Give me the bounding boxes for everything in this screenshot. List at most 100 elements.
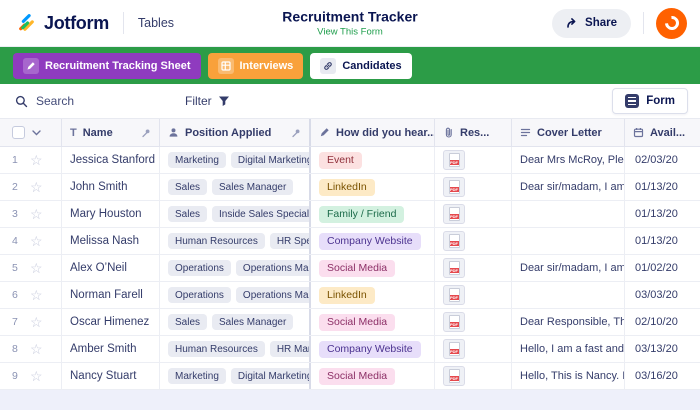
cell-cover: Dear sir/madam, I am a ...	[520, 181, 625, 193]
availability-cell[interactable]: 03/03/20	[625, 282, 700, 308]
resume-cell[interactable]: PDF	[435, 309, 512, 335]
table-row[interactable]: 7 ☆ Oscar Himenez SalesSales Manager Soc…	[0, 309, 700, 336]
position-applied-cell[interactable]: OperationsOperations Mana	[160, 282, 311, 308]
star-icon[interactable]: ☆	[30, 315, 43, 329]
cover-letter-cell[interactable]: Hello, This is Nancy. I ha...	[512, 363, 625, 389]
availability-cell[interactable]: 01/02/20	[625, 255, 700, 281]
avatar[interactable]	[656, 8, 687, 39]
search-box[interactable]	[0, 94, 185, 108]
pdf-label: PDF	[450, 376, 459, 381]
name-cell[interactable]: Oscar Himenez	[62, 309, 160, 335]
source-cell[interactable]: Event	[311, 147, 435, 173]
table-row[interactable]: 1 ☆ Jessica Stanford MarketingDigital Ma…	[0, 147, 700, 174]
availability-cell[interactable]: 02/10/20	[625, 309, 700, 335]
jotform-logo[interactable]: Jotform	[0, 13, 109, 34]
position-applied-cell[interactable]: Human ResourcesHR Specia	[160, 228, 311, 254]
availability-cell[interactable]: 03/16/20	[625, 363, 700, 389]
source-tag: LinkedIn	[319, 179, 375, 196]
cover-letter-cell[interactable]: Hello, I am a fast and ac...	[512, 336, 625, 362]
resume-cell[interactable]: PDF	[435, 201, 512, 227]
cover-letter-cell[interactable]	[512, 201, 625, 227]
resume-cell[interactable]: PDF	[435, 228, 512, 254]
availability-cell[interactable]: 03/13/20	[625, 336, 700, 362]
pin-icon[interactable]	[141, 128, 151, 138]
star-icon[interactable]: ☆	[30, 153, 43, 167]
tab-recruitment-tracking-sheet[interactable]: Recruitment Tracking Sheet	[13, 53, 201, 79]
source-cell[interactable]: Company Website	[311, 228, 435, 254]
source-cell[interactable]: Social Media	[311, 363, 435, 389]
table-row[interactable]: 5 ☆ Alex O’Neil OperationsOperations Man…	[0, 255, 700, 282]
source-cell[interactable]: LinkedIn	[311, 282, 435, 308]
cover-letter-cell[interactable]: Dear Responsible, This i...	[512, 309, 625, 335]
availability-cell[interactable]: 02/03/20	[625, 147, 700, 173]
source-cell[interactable]: Social Media	[311, 255, 435, 281]
star-icon[interactable]: ☆	[30, 261, 43, 275]
view-this-form-link[interactable]: View This Form	[282, 27, 417, 38]
position-applied-cell[interactable]: SalesSales Manager	[160, 309, 311, 335]
page-title: Recruitment Tracker	[282, 9, 417, 25]
name-cell[interactable]: Melissa Nash	[62, 228, 160, 254]
column-header-how-did-you-hear[interactable]: How did you hear...	[311, 119, 435, 146]
cover-letter-cell[interactable]: Dear sir/madam, I am o...	[512, 255, 625, 281]
column-header-position-applied[interactable]: Position Applied	[160, 119, 311, 146]
resume-cell[interactable]: PDF	[435, 363, 512, 389]
chevron-down-icon[interactable]	[32, 130, 41, 136]
search-input[interactable]	[36, 94, 166, 108]
availability-cell[interactable]: 01/13/20	[625, 174, 700, 200]
star-icon[interactable]: ☆	[30, 207, 43, 221]
table-row[interactable]: 2 ☆ John Smith SalesSales Manager Linked…	[0, 174, 700, 201]
position-applied-cell[interactable]: SalesSales Manager	[160, 174, 311, 200]
cover-letter-cell[interactable]: Dear Mrs McRoy, Please...	[512, 147, 625, 173]
table-row[interactable]: 8 ☆ Amber Smith Human ResourcesHR Manag …	[0, 336, 700, 363]
star-icon[interactable]: ☆	[30, 180, 43, 194]
availability-cell[interactable]: 01/13/20	[625, 201, 700, 227]
star-icon[interactable]: ☆	[30, 234, 43, 248]
resume-cell[interactable]: PDF	[435, 255, 512, 281]
position-applied-cell[interactable]: OperationsOperations Mana	[160, 255, 311, 281]
source-cell[interactable]: Family / Friend	[311, 201, 435, 227]
source-cell[interactable]: LinkedIn	[311, 174, 435, 200]
name-cell[interactable]: Amber Smith	[62, 336, 160, 362]
table-row[interactable]: 9 ☆ Nancy Stuart MarketingDigital Market…	[0, 363, 700, 390]
column-header-name[interactable]: T Name	[62, 119, 160, 146]
source-cell[interactable]: Social Media	[311, 309, 435, 335]
column-header-resume[interactable]: Res...	[435, 119, 512, 146]
nav-tables[interactable]: Tables	[138, 16, 174, 30]
resume-cell[interactable]: PDF	[435, 282, 512, 308]
availability-cell[interactable]: 01/13/20	[625, 228, 700, 254]
name-cell[interactable]: John Smith	[62, 174, 160, 200]
name-cell[interactable]: Jessica Stanford	[62, 147, 160, 173]
position-applied-cell[interactable]: MarketingDigital Marketing	[160, 147, 311, 173]
tab-interviews[interactable]: Interviews	[208, 53, 304, 79]
position-applied-cell[interactable]: SalesInside Sales Specialist	[160, 201, 311, 227]
star-icon[interactable]: ☆	[30, 288, 43, 302]
tab-candidates[interactable]: Candidates	[310, 53, 411, 79]
form-button[interactable]: Form	[612, 88, 688, 114]
resume-cell[interactable]: PDF	[435, 336, 512, 362]
name-cell[interactable]: Norman Farell	[62, 282, 160, 308]
select-all-checkbox[interactable]	[12, 126, 25, 139]
share-button[interactable]: Share	[552, 9, 631, 38]
name-cell[interactable]: Mary Houston	[62, 201, 160, 227]
table-row[interactable]: 6 ☆ Norman Farell OperationsOperations M…	[0, 282, 700, 309]
cover-letter-cell[interactable]: Dear sir/madam, I am a ...	[512, 174, 625, 200]
name-cell[interactable]: Alex O’Neil	[62, 255, 160, 281]
source-cell[interactable]: Company Website	[311, 336, 435, 362]
star-icon[interactable]: ☆	[30, 369, 43, 383]
column-header-cover-letter[interactable]: Cover Letter	[512, 119, 625, 146]
position-applied-cell[interactable]: MarketingDigital Marketing	[160, 363, 311, 389]
table-row[interactable]: 4 ☆ Melissa Nash Human ResourcesHR Speci…	[0, 228, 700, 255]
star-icon[interactable]: ☆	[30, 342, 43, 356]
cover-letter-cell[interactable]	[512, 228, 625, 254]
cell-avail: 03/16/20	[635, 370, 678, 382]
resume-cell[interactable]: PDF	[435, 147, 512, 173]
pin-icon[interactable]	[291, 128, 301, 138]
table-row[interactable]: 3 ☆ Mary Houston SalesInside Sales Speci…	[0, 201, 700, 228]
name-cell[interactable]: Nancy Stuart	[62, 363, 160, 389]
cell-avail: 03/03/20	[635, 289, 678, 301]
column-header-availability[interactable]: Avail...	[625, 119, 700, 146]
position-applied-cell[interactable]: Human ResourcesHR Manag	[160, 336, 311, 362]
filter-button[interactable]: Filter	[185, 94, 230, 108]
resume-cell[interactable]: PDF	[435, 174, 512, 200]
cover-letter-cell[interactable]	[512, 282, 625, 308]
